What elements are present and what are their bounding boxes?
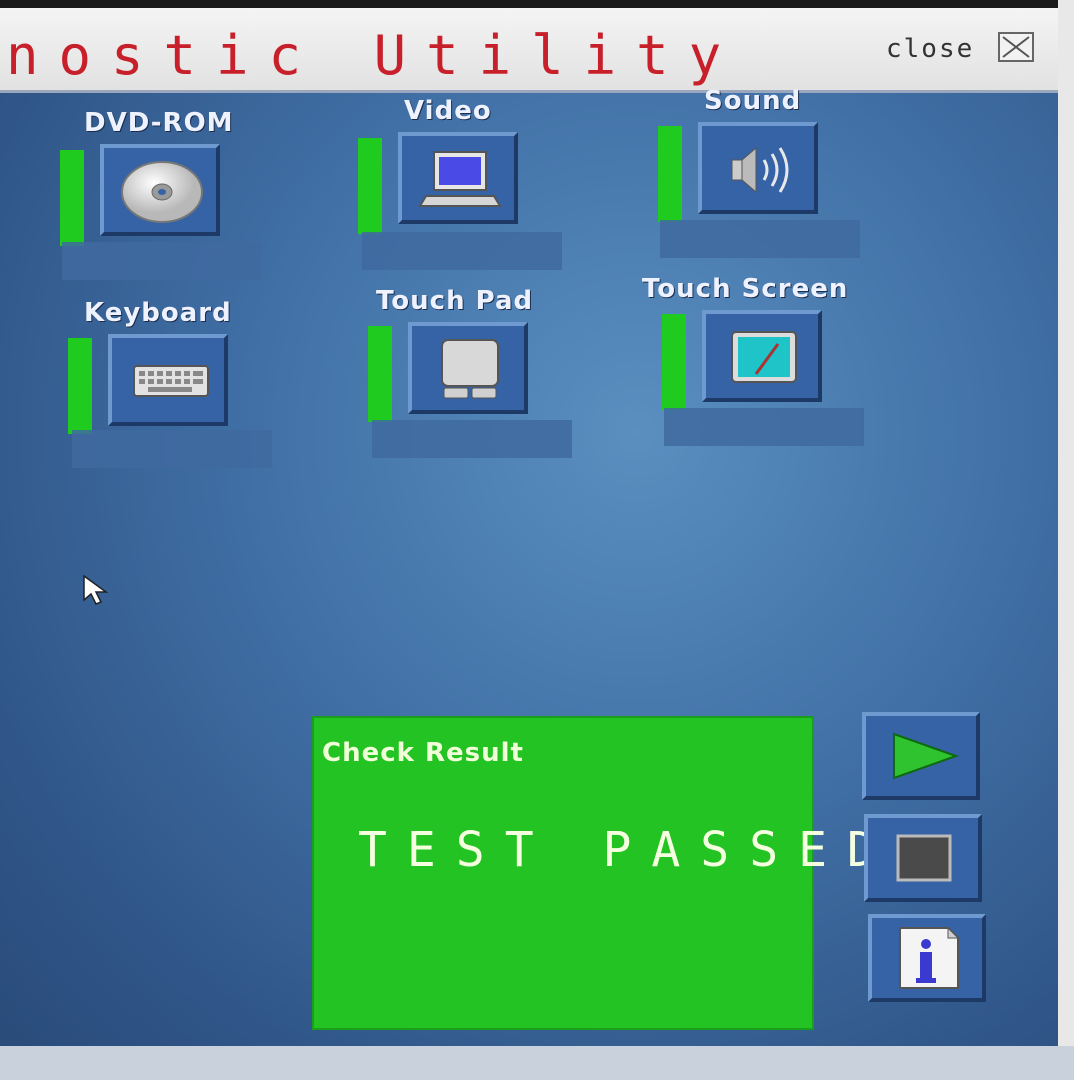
status-indicator (358, 138, 382, 234)
device-status-field (372, 420, 572, 458)
device-label: Touch Screen (642, 274, 849, 304)
touchpad-icon (441, 339, 499, 399)
test-result-message: TEST PASSED (358, 822, 896, 878)
close-button[interactable] (998, 32, 1034, 62)
laptop-icon (418, 151, 502, 207)
device-button-video[interactable] (398, 132, 518, 224)
monitor-bezel-right (1058, 0, 1074, 1080)
disc-icon (121, 161, 203, 223)
device-label: Video (404, 96, 492, 126)
device-status-field (362, 232, 562, 270)
device-button-sound[interactable] (698, 122, 818, 214)
play-button[interactable] (862, 712, 980, 800)
close-icon (1002, 36, 1030, 58)
window-title: nostic Utility (6, 24, 742, 87)
info-icon (899, 926, 960, 989)
stop-icon (896, 834, 952, 882)
title-bar: nostic Utility close (0, 8, 1058, 93)
status-indicator (662, 314, 686, 410)
speaker-icon (731, 146, 789, 194)
keyboard-icon (133, 365, 209, 397)
monitor-bezel-top (0, 0, 1074, 8)
check-result-title: Check Result (322, 738, 524, 768)
device-button-keyboard[interactable] (108, 334, 228, 426)
device-button-dvd-rom[interactable] (100, 144, 220, 236)
play-icon (893, 732, 959, 780)
device-label: Sound (704, 86, 802, 116)
device-status-field (664, 408, 864, 446)
status-indicator (368, 326, 392, 422)
device-label: Touch Pad (376, 286, 534, 316)
device-button-touch-screen[interactable] (702, 310, 822, 402)
info-button[interactable] (868, 914, 986, 1002)
status-indicator (68, 338, 92, 434)
mouse-cursor-icon (83, 574, 109, 605)
status-indicator (658, 126, 682, 222)
device-label: DVD-ROM (84, 108, 234, 138)
monitor-bezel-bottom (0, 1046, 1074, 1080)
status-indicator (60, 150, 84, 246)
device-status-field (62, 242, 262, 280)
touchscreen-icon (731, 331, 797, 383)
device-label: Keyboard (84, 298, 232, 328)
device-button-touch-pad[interactable] (408, 322, 528, 414)
device-status-field (72, 430, 272, 468)
device-status-field (660, 220, 860, 258)
check-result-panel: Check Result TEST PASSED (312, 716, 876, 1030)
close-label[interactable]: close (886, 34, 974, 64)
stop-button[interactable] (864, 814, 982, 902)
